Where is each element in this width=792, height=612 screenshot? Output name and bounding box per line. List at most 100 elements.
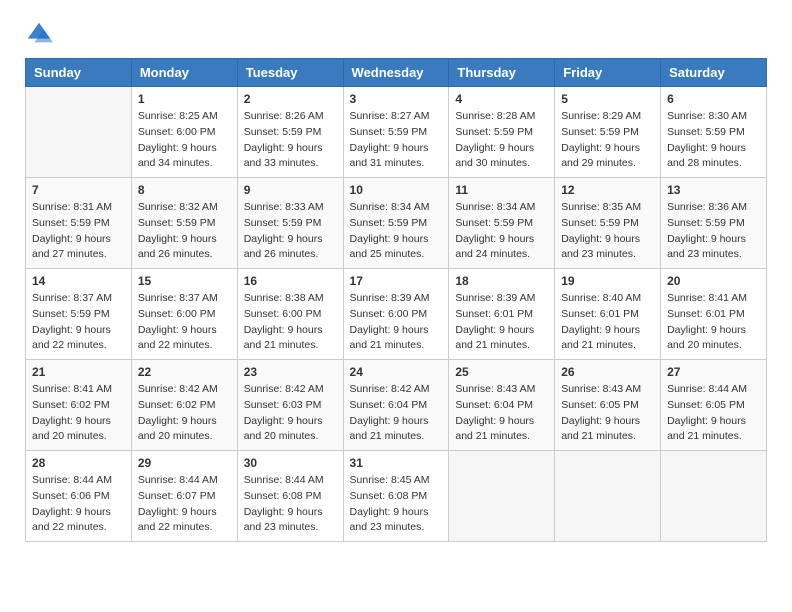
calendar-week-1: 1 Sunrise: 8:25 AM Sunset: 6:00 PM Dayli… [26,87,767,178]
day-number: 8 [138,183,231,197]
day-number: 4 [455,92,548,106]
sunset: Sunset: 5:59 PM [350,126,428,138]
day-number: 31 [350,456,443,470]
calendar-cell: 11 Sunrise: 8:34 AM Sunset: 5:59 PM Dayl… [449,178,555,269]
calendar-header-row: SundayMondayTuesdayWednesdayThursdayFrid… [26,59,767,87]
daylight: Daylight: 9 hours and 23 minutes. [561,233,640,261]
daylight: Daylight: 9 hours and 26 minutes. [244,233,323,261]
daylight: Daylight: 9 hours and 28 minutes. [667,142,746,170]
daylight: Daylight: 9 hours and 21 minutes. [350,415,429,443]
day-number: 14 [32,274,125,288]
day-info: Sunrise: 8:31 AM Sunset: 5:59 PM Dayligh… [32,200,125,263]
day-info: Sunrise: 8:42 AM Sunset: 6:03 PM Dayligh… [244,382,337,445]
daylight: Daylight: 9 hours and 24 minutes. [455,233,534,261]
sunrise: Sunrise: 8:37 AM [138,292,218,304]
sunset: Sunset: 6:05 PM [561,399,639,411]
sunset: Sunset: 6:07 PM [138,490,216,502]
sunset: Sunset: 6:04 PM [455,399,533,411]
daylight: Daylight: 9 hours and 25 minutes. [350,233,429,261]
calendar-cell: 23 Sunrise: 8:42 AM Sunset: 6:03 PM Dayl… [237,360,343,451]
sunrise: Sunrise: 8:44 AM [667,383,747,395]
day-info: Sunrise: 8:44 AM Sunset: 6:06 PM Dayligh… [32,473,125,536]
daylight: Daylight: 9 hours and 27 minutes. [32,233,111,261]
day-info: Sunrise: 8:35 AM Sunset: 5:59 PM Dayligh… [561,200,654,263]
sunrise: Sunrise: 8:42 AM [138,383,218,395]
day-number: 11 [455,183,548,197]
sunset: Sunset: 5:59 PM [667,126,745,138]
day-number: 15 [138,274,231,288]
day-info: Sunrise: 8:28 AM Sunset: 5:59 PM Dayligh… [455,109,548,172]
daylight: Daylight: 9 hours and 33 minutes. [244,142,323,170]
daylight: Daylight: 9 hours and 26 minutes. [138,233,217,261]
sunrise: Sunrise: 8:42 AM [244,383,324,395]
day-info: Sunrise: 8:37 AM Sunset: 6:00 PM Dayligh… [138,291,231,354]
calendar-cell: 2 Sunrise: 8:26 AM Sunset: 5:59 PM Dayli… [237,87,343,178]
sunrise: Sunrise: 8:29 AM [561,110,641,122]
day-number: 6 [667,92,760,106]
day-info: Sunrise: 8:38 AM Sunset: 6:00 PM Dayligh… [244,291,337,354]
daylight: Daylight: 9 hours and 22 minutes. [32,506,111,534]
daylight: Daylight: 9 hours and 31 minutes. [350,142,429,170]
calendar-cell: 16 Sunrise: 8:38 AM Sunset: 6:00 PM Dayl… [237,269,343,360]
day-number: 22 [138,365,231,379]
day-number: 10 [350,183,443,197]
sunset: Sunset: 6:04 PM [350,399,428,411]
sunrise: Sunrise: 8:39 AM [455,292,535,304]
day-number: 25 [455,365,548,379]
sunset: Sunset: 6:08 PM [244,490,322,502]
day-info: Sunrise: 8:44 AM Sunset: 6:05 PM Dayligh… [667,382,760,445]
sunrise: Sunrise: 8:25 AM [138,110,218,122]
sunrise: Sunrise: 8:42 AM [350,383,430,395]
daylight: Daylight: 9 hours and 23 minutes. [667,233,746,261]
day-number: 21 [32,365,125,379]
day-number: 27 [667,365,760,379]
day-info: Sunrise: 8:26 AM Sunset: 5:59 PM Dayligh… [244,109,337,172]
calendar-cell: 29 Sunrise: 8:44 AM Sunset: 6:07 PM Dayl… [131,451,237,542]
sunset: Sunset: 5:59 PM [138,217,216,229]
calendar-cell: 19 Sunrise: 8:40 AM Sunset: 6:01 PM Dayl… [555,269,661,360]
calendar-cell: 10 Sunrise: 8:34 AM Sunset: 5:59 PM Dayl… [343,178,449,269]
day-number: 20 [667,274,760,288]
day-number: 30 [244,456,337,470]
day-info: Sunrise: 8:34 AM Sunset: 5:59 PM Dayligh… [455,200,548,263]
sunrise: Sunrise: 8:26 AM [244,110,324,122]
day-header-wednesday: Wednesday [343,59,449,87]
calendar-cell: 9 Sunrise: 8:33 AM Sunset: 5:59 PM Dayli… [237,178,343,269]
sunset: Sunset: 6:03 PM [244,399,322,411]
sunrise: Sunrise: 8:34 AM [455,201,535,213]
calendar-cell: 20 Sunrise: 8:41 AM Sunset: 6:01 PM Dayl… [661,269,767,360]
sunrise: Sunrise: 8:32 AM [138,201,218,213]
sunset: Sunset: 5:59 PM [32,217,110,229]
calendar-cell: 31 Sunrise: 8:45 AM Sunset: 6:08 PM Dayl… [343,451,449,542]
sunset: Sunset: 6:08 PM [350,490,428,502]
daylight: Daylight: 9 hours and 29 minutes. [561,142,640,170]
daylight: Daylight: 9 hours and 21 minutes. [561,324,640,352]
calendar-cell [449,451,555,542]
day-number: 9 [244,183,337,197]
day-number: 24 [350,365,443,379]
day-number: 28 [32,456,125,470]
daylight: Daylight: 9 hours and 21 minutes. [561,415,640,443]
day-info: Sunrise: 8:33 AM Sunset: 5:59 PM Dayligh… [244,200,337,263]
daylight: Daylight: 9 hours and 20 minutes. [32,415,111,443]
day-number: 2 [244,92,337,106]
day-info: Sunrise: 8:45 AM Sunset: 6:08 PM Dayligh… [350,473,443,536]
day-info: Sunrise: 8:39 AM Sunset: 6:00 PM Dayligh… [350,291,443,354]
day-info: Sunrise: 8:25 AM Sunset: 6:00 PM Dayligh… [138,109,231,172]
day-number: 12 [561,183,654,197]
sunrise: Sunrise: 8:33 AM [244,201,324,213]
sunrise: Sunrise: 8:40 AM [561,292,641,304]
day-info: Sunrise: 8:44 AM Sunset: 6:08 PM Dayligh… [244,473,337,536]
day-number: 7 [32,183,125,197]
calendar-cell: 27 Sunrise: 8:44 AM Sunset: 6:05 PM Dayl… [661,360,767,451]
calendar-cell: 3 Sunrise: 8:27 AM Sunset: 5:59 PM Dayli… [343,87,449,178]
daylight: Daylight: 9 hours and 21 minutes. [667,415,746,443]
sunset: Sunset: 6:00 PM [138,126,216,138]
sunset: Sunset: 5:59 PM [244,126,322,138]
calendar-cell: 14 Sunrise: 8:37 AM Sunset: 5:59 PM Dayl… [26,269,132,360]
daylight: Daylight: 9 hours and 34 minutes. [138,142,217,170]
calendar-cell: 1 Sunrise: 8:25 AM Sunset: 6:00 PM Dayli… [131,87,237,178]
sunrise: Sunrise: 8:43 AM [455,383,535,395]
sunset: Sunset: 6:00 PM [138,308,216,320]
sunset: Sunset: 6:01 PM [561,308,639,320]
